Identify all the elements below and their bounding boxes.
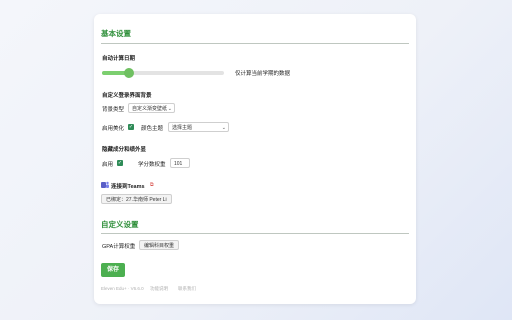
color-theme-select[interactable]: 选择主题 ⌄ [168,122,229,132]
footer-link-features[interactable]: 功能说明 [150,286,168,292]
settings-card: 基本设置 自动计算日期 仅计算当前学期的数据 自定义登录界面背景 背景类型 自定… [94,14,416,304]
grade-display-label: 隐藏成分和绩外显 [102,147,147,153]
teams-icon [101,181,109,188]
section-title-custom: 自定义设置 [101,220,139,229]
enable-beautify-checkbox[interactable]: ✓ [128,124,134,130]
teams-status-button[interactable]: 已绑定：27.华南师 Peter Li [101,194,172,204]
grade-enable-checkbox[interactable]: ✓ [117,160,123,166]
weight-input[interactable]: 101 [170,158,190,168]
gpa-label: GPA计算权重 [102,244,136,250]
footer-version: Eleven Edu+ · V6.6.0 [101,286,144,291]
save-button[interactable]: 保存 [101,263,125,277]
teams-label: 连接到Teams [111,184,145,190]
color-theme-value: 选择主题 [172,125,193,131]
section-title-basic: 基本设置 [101,29,131,38]
footer-link-contact[interactable]: 联系我们 [178,286,196,292]
enable-beautify-label: 启用美化 [102,126,125,132]
section-divider [101,43,409,44]
chevron-down-icon: ⌄ [167,106,172,112]
chevron-down-icon: ⌄ [221,125,226,131]
bg-type-value: 自定义渐变壁纸 [132,106,168,112]
external-link-icon[interactable]: ⧉ [150,182,154,188]
bg-type-label: 背景类型 [102,107,125,113]
weight-label: 学分数权重 [138,162,166,168]
auto-calc-slider[interactable] [102,68,224,78]
auto-calc-label: 自动计算日期 [102,56,136,62]
login-bg-label: 自定义登录界面背景 [102,93,152,99]
slider-thumb[interactable] [123,68,134,78]
section-divider [101,233,409,234]
color-theme-label: 颜色主题 [141,126,164,132]
bg-type-select[interactable]: 自定义渐变壁纸 ⌄ [128,103,175,113]
gpa-weights-button[interactable]: 编辑科目权重 [139,240,180,250]
slider-caption: 仅计算当前学期的数据 [235,71,291,77]
grade-enable-label: 启用 [102,162,114,168]
